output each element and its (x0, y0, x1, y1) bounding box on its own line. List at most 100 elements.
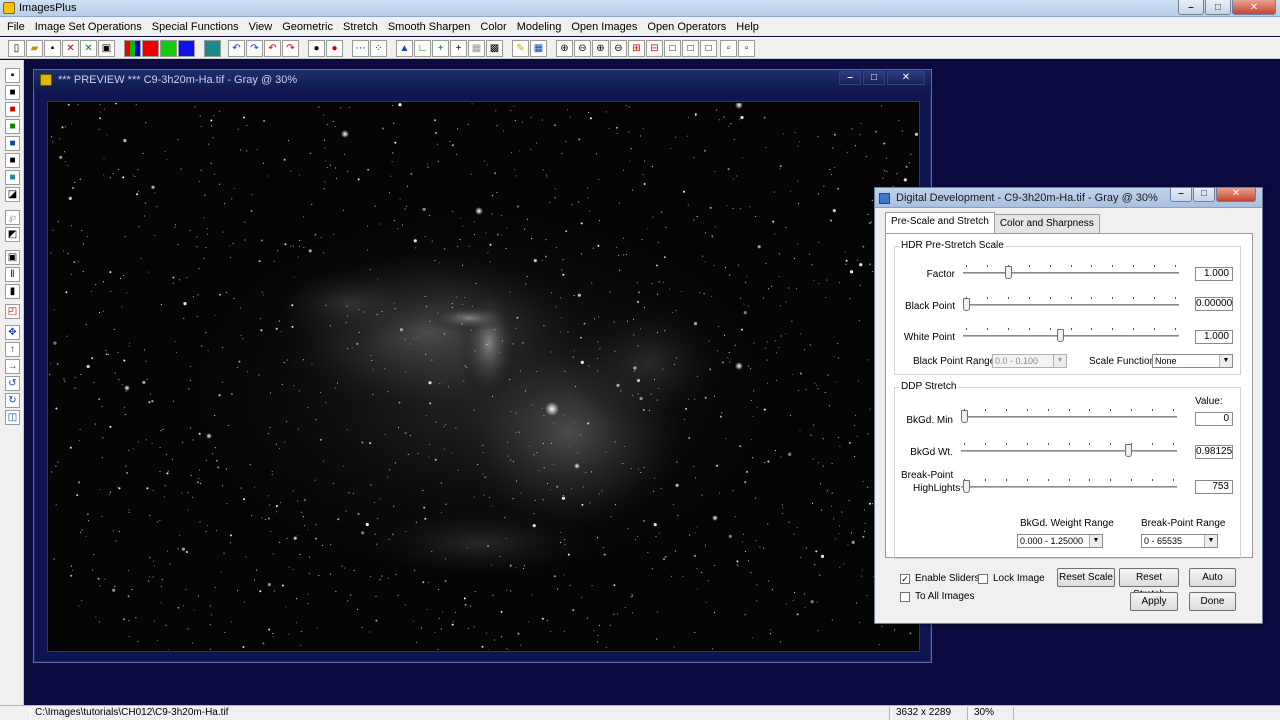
menu-stretch[interactable]: Stretch (338, 21, 383, 33)
astro-image-canvas[interactable] (47, 101, 920, 652)
pencil-icon[interactable]: ✎ (512, 40, 529, 57)
enable-sliders-checkbox[interactable]: ✓ Enable Sliders (900, 573, 979, 584)
dialog-close-button[interactable]: ✕ (1216, 188, 1256, 202)
save-small-icon[interactable]: ▪ (5, 68, 20, 83)
menu-geometric[interactable]: Geometric (277, 21, 338, 33)
record-icon[interactable]: ● (308, 40, 325, 57)
corner-square-icon[interactable]: ◪ (5, 187, 20, 202)
teal-square-icon[interactable]: ■ (5, 170, 20, 185)
preview-maximize-button[interactable]: □ (863, 71, 885, 85)
blue-channel-icon[interactable] (178, 40, 195, 57)
copy-icon[interactable]: ▣ (98, 40, 115, 57)
zoom-out-icon[interactable]: ⊖ (574, 40, 591, 57)
zoom-actual-icon[interactable]: ⊖ (610, 40, 627, 57)
slider-thumb[interactable] (963, 298, 970, 311)
slider-track[interactable] (963, 335, 1179, 337)
scale-function-select[interactable]: None ▼ (1152, 354, 1233, 368)
triangle-icon[interactable]: ▲ (396, 40, 413, 57)
black-point-value[interactable]: 0.00000 (1195, 297, 1233, 311)
weight-range-select[interactable]: 0.000 - 1.25000 ▼ (1017, 534, 1103, 548)
break-point-value[interactable]: 753 (1195, 480, 1233, 494)
menu-special-functions[interactable]: Special Functions (147, 21, 244, 33)
levels-icon[interactable]: ‖ (5, 267, 20, 282)
white-point-value[interactable]: 1.000 (1195, 330, 1233, 344)
slider-thumb[interactable] (1004, 266, 1012, 279)
factor-value[interactable]: 1.000 (1195, 267, 1233, 281)
save-icon[interactable]: ▪ (44, 40, 61, 57)
preview-minimize-button[interactable]: – (839, 71, 861, 85)
blue-square-icon[interactable]: ■ (5, 136, 20, 151)
black-bar-icon[interactable]: ▮ (5, 284, 20, 299)
dialog-minimize-button[interactable]: – (1170, 188, 1192, 202)
bkgd-min-slider[interactable] (961, 409, 1177, 423)
dotted-line-icon[interactable]: ⋯ (352, 40, 369, 57)
table-icon[interactable]: ▦ (468, 40, 485, 57)
preview-title-bar[interactable]: *** PREVIEW *** C9-3h20m-Ha.tif - Gray @… (34, 70, 931, 91)
auto-button[interactable]: Auto (1189, 568, 1236, 587)
done-button[interactable]: Done (1189, 592, 1236, 611)
preview-close-button[interactable]: ✕ (887, 71, 925, 85)
menu-view[interactable]: View (244, 21, 278, 33)
move-icon[interactable]: ✥ (5, 325, 20, 340)
slider-track[interactable] (961, 450, 1177, 452)
slider-thumb[interactable] (961, 410, 968, 423)
break-point-range-select[interactable]: 0 - 65535 ▼ (1141, 534, 1218, 548)
dialog-maximize-button[interactable]: □ (1193, 188, 1215, 202)
bkgd-wt-value[interactable]: 0.98125 (1195, 445, 1233, 459)
lasso-icon[interactable]: ℘ (5, 210, 20, 225)
arrow-up-icon[interactable]: ↑ (5, 342, 20, 357)
lock-image-checkbox[interactable]: Lock Image (978, 573, 1045, 584)
redo-all-icon[interactable]: ↷ (282, 40, 299, 57)
layers-icon[interactable]: ■ (5, 153, 20, 168)
tab-pre-scale-and-stretch[interactable]: Pre-Scale and Stretch (885, 212, 995, 233)
slider-track[interactable] (963, 304, 1179, 306)
red-channel-icon[interactable] (142, 40, 159, 57)
crop-icon[interactable]: ◰ (5, 304, 20, 319)
checkbox-box[interactable] (978, 573, 988, 584)
plus-red-icon[interactable]: ⊞ (628, 40, 645, 57)
menu-help[interactable]: Help (731, 21, 764, 33)
square-3-icon[interactable]: □ (700, 40, 717, 57)
break-point-slider[interactable] (961, 479, 1177, 493)
undo-icon[interactable]: ↶ (228, 40, 245, 57)
slider-track[interactable] (963, 272, 1179, 274)
close-image-icon[interactable]: ✕ (62, 40, 79, 57)
minimize-button[interactable]: – (1178, 0, 1204, 15)
close-button[interactable]: ✕ (1232, 0, 1276, 15)
reset-scale-button[interactable]: Reset Scale (1057, 568, 1115, 587)
rgb-combine-icon[interactable] (124, 40, 141, 57)
menu-image-set-operations[interactable]: Image Set Operations (30, 21, 147, 33)
factor-slider[interactable] (963, 265, 1179, 279)
plus-green-icon[interactable]: + (432, 40, 449, 57)
square-5-icon[interactable]: ▫ (738, 40, 755, 57)
select-rect-icon[interactable]: ▣ (5, 250, 20, 265)
black-point-slider[interactable] (963, 297, 1179, 311)
rotate-right-icon[interactable]: ↻ (5, 393, 20, 408)
slider-thumb[interactable] (963, 480, 971, 493)
tab-color-and-sharpness[interactable]: Color and Sharpness (993, 214, 1100, 234)
bkgd-min-value[interactable]: 0 (1195, 412, 1233, 426)
menu-open-images[interactable]: Open Images (566, 21, 642, 33)
menu-file[interactable]: File (2, 21, 30, 33)
flip-icon[interactable]: ◫ (5, 410, 20, 425)
minus-red-icon[interactable]: ⊟ (646, 40, 663, 57)
undo-all-icon[interactable]: ↶ (264, 40, 281, 57)
menu-modeling[interactable]: Modeling (512, 21, 567, 33)
axis-icon[interactable]: ∟ (414, 40, 431, 57)
crosshair-icon[interactable]: + (450, 40, 467, 57)
bkgd-wt-slider[interactable] (961, 443, 1177, 457)
close-all-icon[interactable]: ✕ (80, 40, 97, 57)
camera-icon[interactable]: ▩ (486, 40, 503, 57)
open-folder-icon[interactable]: ▰ (26, 40, 43, 57)
slider-track[interactable] (961, 416, 1177, 418)
new-file-icon[interactable]: ▯ (8, 40, 25, 57)
apply-button[interactable]: Apply (1130, 592, 1178, 611)
brush-icon[interactable]: ◩ (5, 227, 20, 242)
slider-thumb[interactable] (1057, 329, 1065, 342)
square-4-icon[interactable]: ▫ (720, 40, 737, 57)
dialog-title-bar[interactable]: Digital Development - C9-3h20m-Ha.tif - … (875, 188, 1262, 208)
checkbox-box[interactable]: ✓ (900, 573, 910, 584)
star-select-icon[interactable]: ⁘ (370, 40, 387, 57)
menu-open-operators[interactable]: Open Operators (642, 21, 731, 33)
menu-smooth-sharpen[interactable]: Smooth Sharpen (383, 21, 476, 33)
